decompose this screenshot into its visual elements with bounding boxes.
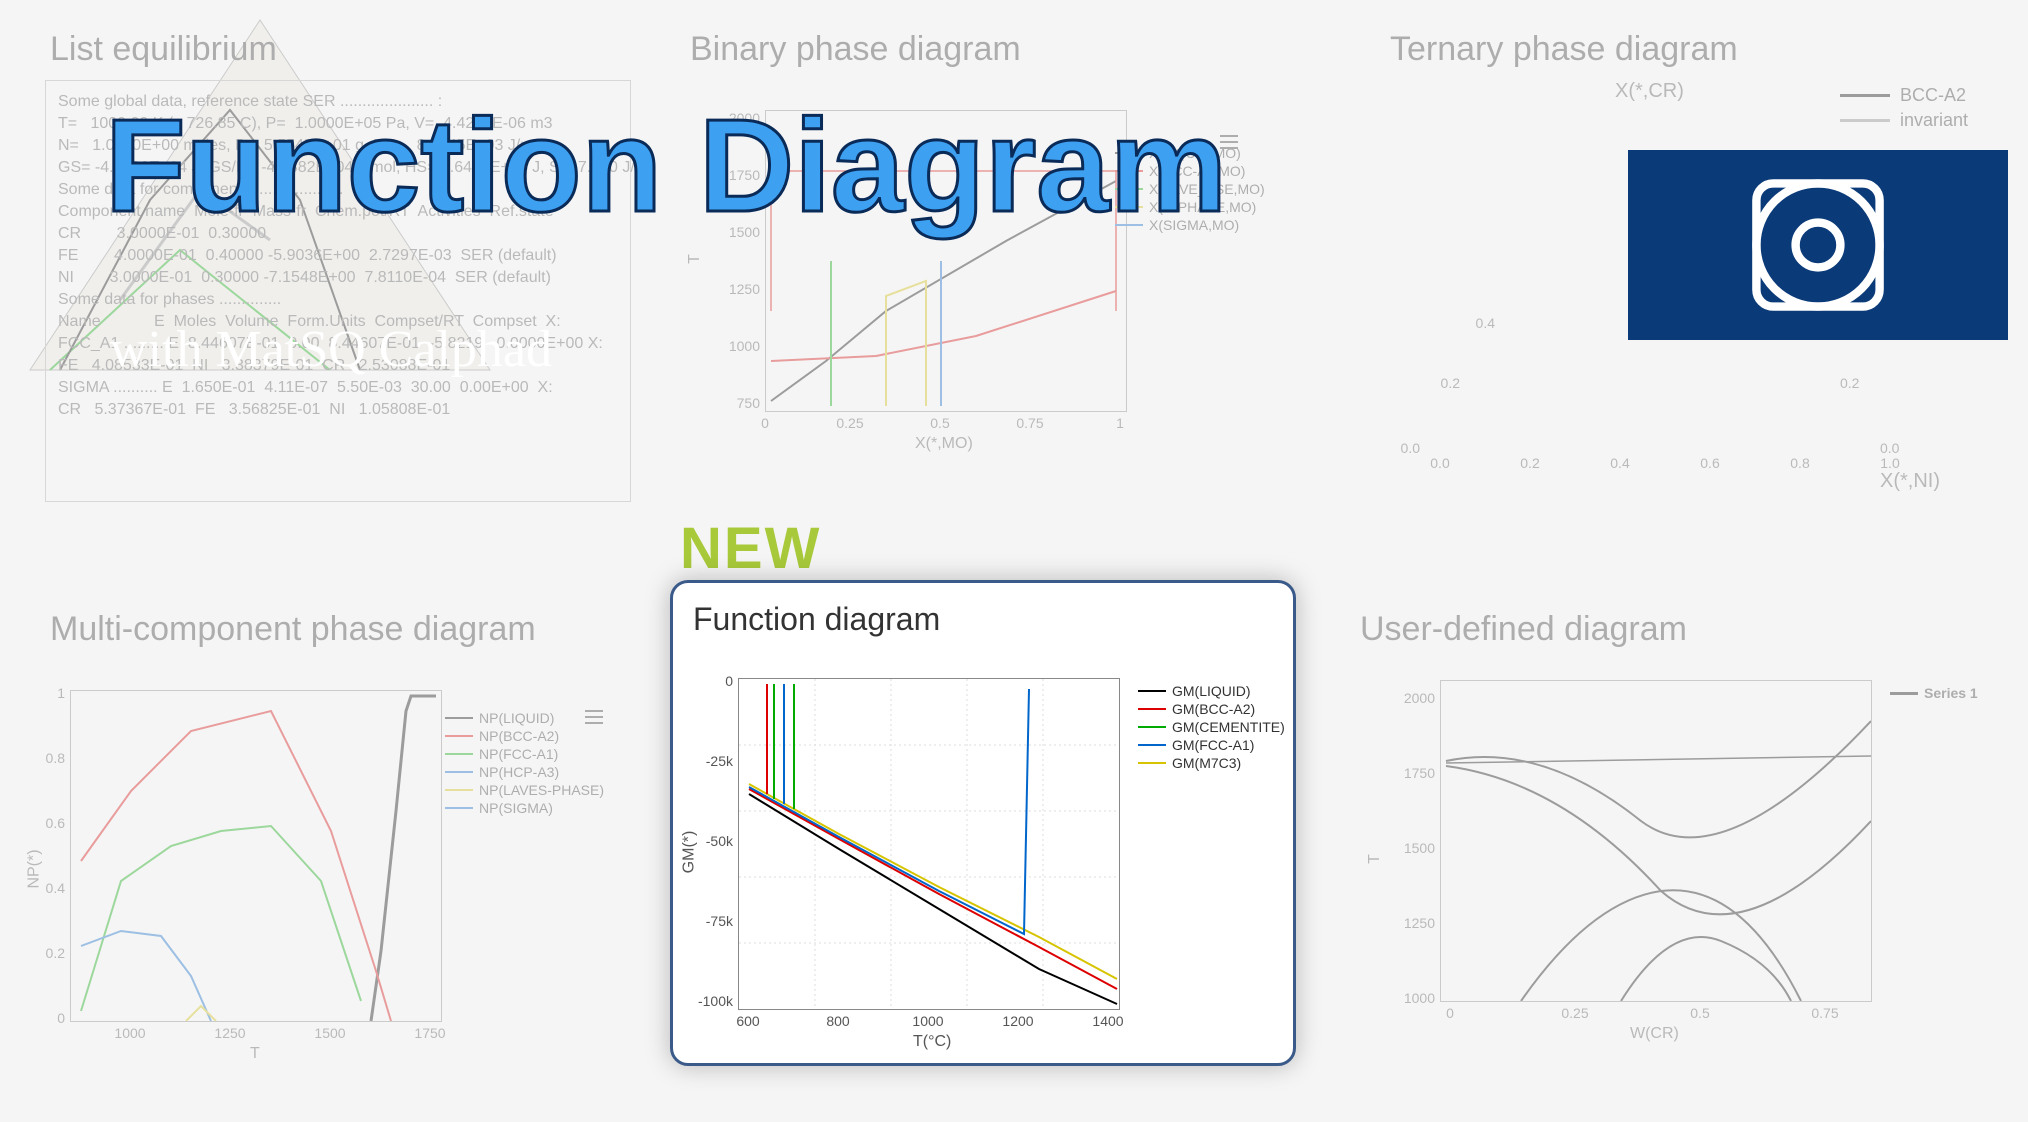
panel-title-equilibrium: List equilibrium bbox=[50, 30, 277, 69]
ytick: 0 bbox=[5, 1010, 65, 1026]
xtick: 600 bbox=[718, 1013, 778, 1029]
xtick: 0.0 bbox=[1410, 455, 1470, 471]
xtick: 1200 bbox=[988, 1013, 1048, 1029]
eq-line: FE 4.0000E-01 0.40000 -5.9036E+00 2.7297… bbox=[58, 245, 618, 267]
eq-line: SIGMA .......... E 1.650E-01 4.11E-07 5.… bbox=[58, 377, 618, 399]
panel-title-ternary: Ternary phase diagram bbox=[1390, 30, 1738, 69]
ternary-legend: BCC-A2 invariant bbox=[1840, 85, 1968, 135]
ytick: 750 bbox=[700, 395, 760, 411]
ytick: -25k bbox=[673, 753, 733, 769]
legend-item: NP(BCC-A2) bbox=[479, 728, 559, 744]
axis-label: X(*,NI) bbox=[1880, 470, 1940, 493]
xtick: 0.5 bbox=[1670, 1005, 1730, 1021]
axis-label: T bbox=[1366, 854, 1384, 864]
legend-item: BCC-A2 bbox=[1900, 85, 1966, 106]
xtick: 0 bbox=[735, 415, 795, 431]
xtick: 0.25 bbox=[1545, 1005, 1605, 1021]
ytick: 1000 bbox=[1375, 990, 1435, 1006]
new-badge: NEW bbox=[680, 515, 821, 582]
ytick: 1500 bbox=[1375, 840, 1435, 856]
ytick: 1750 bbox=[1375, 765, 1435, 781]
legend-item: GM(FCC-A1) bbox=[1172, 737, 1254, 753]
xtick: 800 bbox=[808, 1013, 868, 1029]
function-svg bbox=[739, 679, 1119, 1009]
ytick: 2000 bbox=[1375, 690, 1435, 706]
ytick: 0.0 bbox=[1360, 440, 1420, 456]
xtick: 1400 bbox=[1078, 1013, 1138, 1029]
ytick: 1 bbox=[5, 685, 65, 701]
function-diagram-card[interactable]: Function diagram bbox=[670, 580, 1296, 1066]
multi-legend: NP(LIQUID) NP(BCC-A2) NP(FCC-A1) NP(HCP-… bbox=[445, 710, 604, 818]
legend-item: GM(LIQUID) bbox=[1172, 683, 1251, 699]
ytick: 0.2 bbox=[1400, 375, 1460, 391]
axis-label: GM(*) bbox=[680, 831, 698, 874]
axis-label: X(*,MO) bbox=[915, 435, 973, 453]
ytick: 1000 bbox=[700, 338, 760, 354]
xtick: 1.0 bbox=[1860, 455, 1920, 471]
headline-title: Function Diagram bbox=[105, 100, 1227, 232]
panel-title-user: User-defined diagram bbox=[1360, 610, 1687, 649]
matsq-logo-icon bbox=[1748, 175, 1888, 315]
ytick: 0.4 bbox=[1435, 315, 1495, 331]
legend-item: GM(M7C3) bbox=[1172, 755, 1241, 771]
panel-title-binary: Binary phase diagram bbox=[690, 30, 1021, 69]
xtick: 0.6 bbox=[1680, 455, 1740, 471]
multi-chart bbox=[70, 690, 442, 1022]
xtick: 0.4 bbox=[1590, 455, 1650, 471]
user-svg bbox=[1441, 681, 1871, 1001]
panel-title-function: Function diagram bbox=[693, 601, 1313, 638]
xtick: 0.2 bbox=[1500, 455, 1560, 471]
ytick: -100k bbox=[673, 993, 733, 1009]
eq-line: NI 3.0000E-01 0.30000 -7.1548E+00 7.8110… bbox=[58, 267, 618, 289]
xtick: 0.5 bbox=[910, 415, 970, 431]
legend-item: NP(SIGMA) bbox=[479, 800, 553, 816]
xtick: 0.75 bbox=[1795, 1005, 1855, 1021]
multi-svg bbox=[71, 691, 441, 1021]
ytick: 1250 bbox=[1375, 915, 1435, 931]
axis-label: T bbox=[250, 1045, 260, 1063]
user-legend: Series 1 bbox=[1890, 685, 1978, 703]
xtick: 0 bbox=[1420, 1005, 1480, 1021]
ytick: -75k bbox=[673, 913, 733, 929]
ytick: 0 bbox=[673, 673, 733, 689]
axis-label: T bbox=[686, 254, 704, 264]
legend-item: NP(LAVES-PHASE) bbox=[479, 782, 604, 798]
function-legend: GM(LIQUID) GM(BCC-A2) GM(CEMENTITE) GM(F… bbox=[1138, 683, 1285, 773]
eq-line: CR 5.37367E-01 FE 3.56825E-01 NI 1.05808… bbox=[58, 399, 618, 421]
legend-item: GM(CEMENTITE) bbox=[1172, 719, 1285, 735]
xtick: 1 bbox=[1090, 415, 1150, 431]
axis-label: T(°C) bbox=[913, 1033, 951, 1051]
headline-subtitle: with MatSQ Calphad bbox=[110, 320, 552, 379]
function-chart bbox=[738, 678, 1120, 1010]
eq-line: Some data for phases .............. bbox=[58, 289, 618, 311]
xtick: 1000 bbox=[100, 1025, 160, 1041]
legend-item: Series 1 bbox=[1924, 685, 1978, 701]
ytick: 0.8 bbox=[5, 750, 65, 766]
xtick: 1250 bbox=[200, 1025, 260, 1041]
xtick: 1500 bbox=[300, 1025, 360, 1041]
axis-label: NP(*) bbox=[26, 849, 44, 888]
legend-item: GM(BCC-A2) bbox=[1172, 701, 1255, 717]
ytick: 0.2 bbox=[1840, 375, 1900, 391]
legend-item: NP(HCP-A3) bbox=[479, 764, 559, 780]
axis-label: X(*,CR) bbox=[1615, 80, 1684, 103]
xtick: 0.8 bbox=[1770, 455, 1830, 471]
xtick: 1000 bbox=[898, 1013, 958, 1029]
axis-label: W(CR) bbox=[1630, 1025, 1679, 1043]
logo-box bbox=[1628, 150, 2008, 340]
user-chart bbox=[1440, 680, 1872, 1002]
page: List equilibrium Binary phase diagram Te… bbox=[0, 0, 2028, 1122]
panel-title-multi: Multi-component phase diagram bbox=[50, 610, 536, 649]
ytick: 0.2 bbox=[5, 945, 65, 961]
xtick: 1750 bbox=[400, 1025, 460, 1041]
ytick: 0.6 bbox=[5, 815, 65, 831]
ytick: 0.0 bbox=[1880, 440, 1940, 456]
xtick: 0.25 bbox=[820, 415, 880, 431]
xtick: 0.75 bbox=[1000, 415, 1060, 431]
legend-item: NP(FCC-A1) bbox=[479, 746, 558, 762]
ytick: 1250 bbox=[700, 281, 760, 297]
legend-item: NP(LIQUID) bbox=[479, 710, 554, 726]
legend-item: invariant bbox=[1900, 110, 1968, 131]
